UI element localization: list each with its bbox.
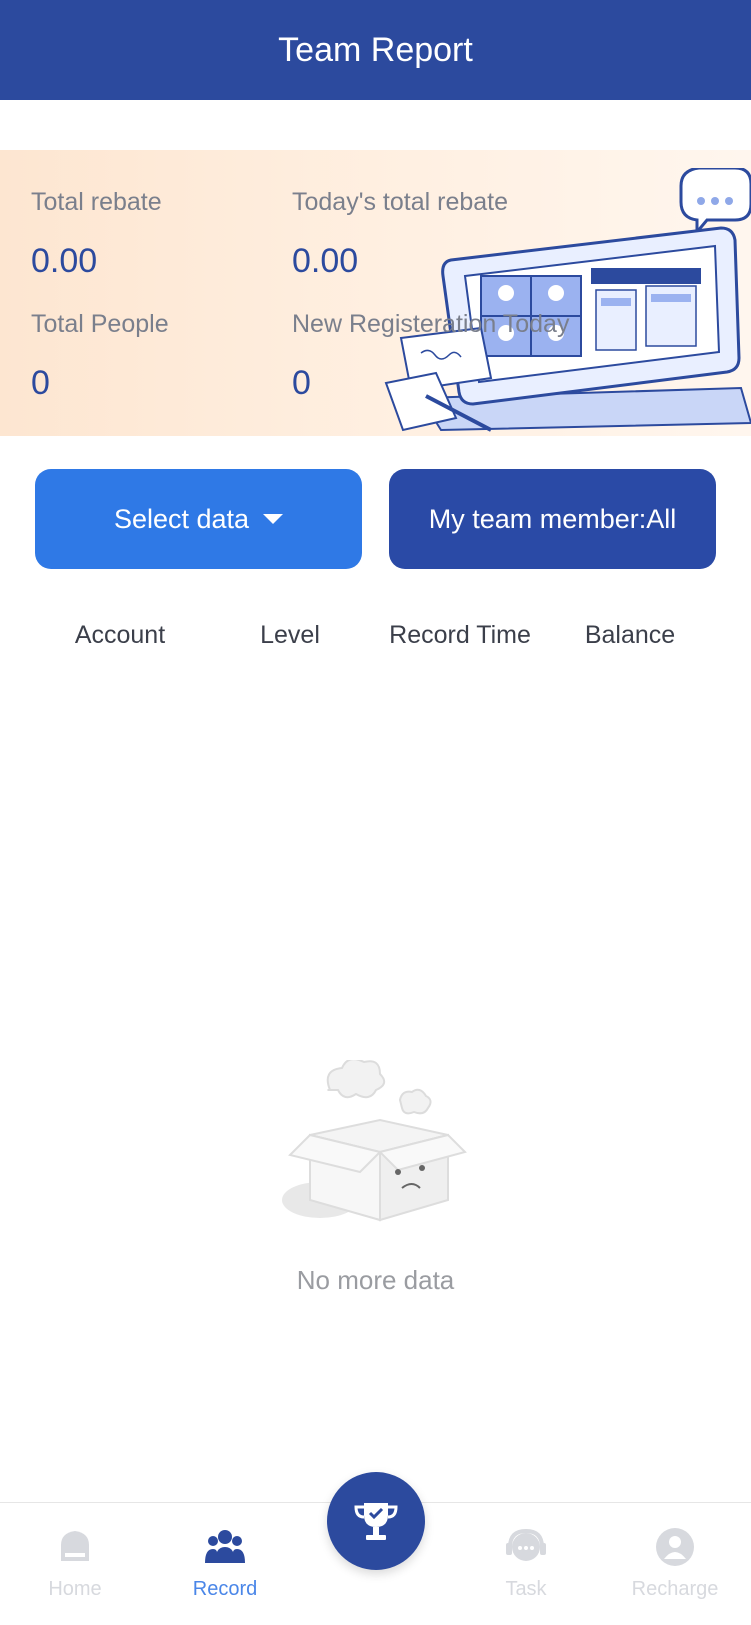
support-icon	[506, 1528, 546, 1561]
user-icon	[656, 1528, 694, 1566]
tab-record-label: Record	[192, 1578, 258, 1600]
select-data-label: Select data	[113, 503, 250, 534]
caret-down-icon	[263, 514, 284, 524]
trophy-icon	[354, 1503, 398, 1540]
page-title: Team Report	[278, 30, 473, 69]
tab-home-label: Home	[48, 1578, 102, 1600]
new-registration-value: 0	[292, 364, 311, 402]
total-people-value: 0	[31, 364, 50, 402]
new-registration-label: New Registeration Today	[292, 310, 570, 338]
total-rebate-value: 0.00	[31, 242, 98, 280]
select-data-button[interactable]: Select data	[35, 469, 362, 569]
stats-banner: Total rebate 0.00 Today's total rebate 0…	[0, 150, 751, 436]
today-rebate-value: 0.00	[292, 242, 359, 280]
tab-recharge-label: Recharge	[631, 1578, 719, 1600]
column-header-account: Account	[74, 621, 166, 649]
column-header-level: Level	[260, 621, 320, 649]
home-icon	[61, 1531, 89, 1561]
total-people-label: Total People	[31, 310, 169, 338]
column-header-record-time: Record Time	[389, 621, 531, 649]
team-icon	[205, 1530, 245, 1563]
tab-task[interactable]: Task	[466, 1527, 586, 1601]
tab-home[interactable]: Home	[15, 1527, 135, 1601]
column-header-balance: Balance	[584, 621, 676, 649]
laptop-illustration	[384, 168, 751, 432]
tab-recharge[interactable]: Recharge	[615, 1527, 735, 1601]
team-member-filter-button[interactable]: My team member:All	[389, 469, 716, 569]
center-trophy-button[interactable]	[327, 1472, 425, 1570]
empty-message: No more data	[296, 1265, 455, 1295]
empty-box-icon	[282, 1060, 467, 1222]
tab-record[interactable]: Record	[165, 1527, 285, 1601]
chat-bubble-icon	[679, 168, 751, 237]
team-member-label: My team member:All	[428, 503, 677, 534]
total-rebate-label: Total rebate	[31, 188, 162, 216]
top-bar: Team Report	[0, 0, 751, 100]
tab-task-label: Task	[505, 1578, 547, 1600]
